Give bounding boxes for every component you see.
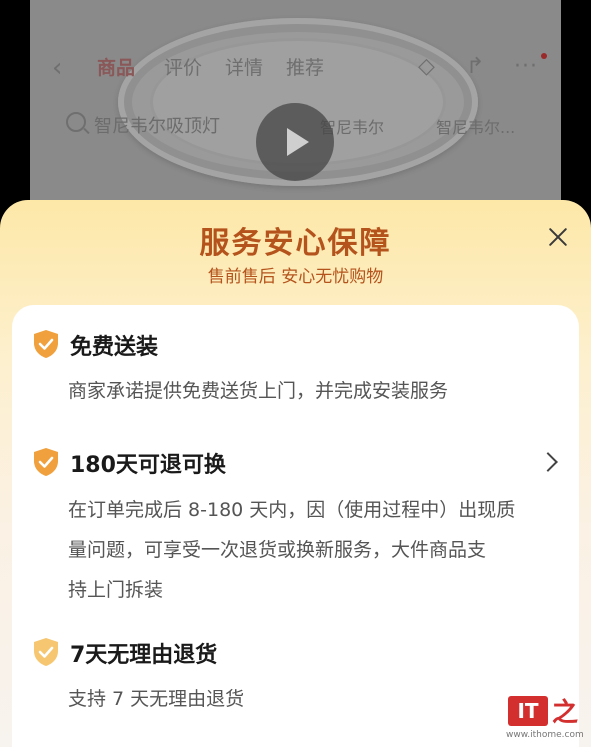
service-title: 7天无理由退货	[70, 643, 218, 668]
sheet-title: 服务安心保障	[199, 226, 392, 261]
service-description-line: 持上门拆装	[68, 579, 164, 601]
cart-icon[interactable]: ◇	[418, 54, 435, 80]
ithome-watermark-logo: IT 之 www.ithome.com	[502, 690, 588, 744]
share-icon[interactable]: ↱	[466, 54, 484, 80]
service-description: 支持 7 天无理由退货	[68, 688, 245, 710]
service-item-7-day-return: 7天无理由退货	[32, 635, 559, 669]
service-list-card: 免费送装 商家承诺提供免费送货上门，并完成安装服务 180天可退可换 在订单完成…	[12, 305, 579, 747]
tab-product[interactable]: 商品	[97, 56, 135, 80]
shield-check-icon	[32, 329, 60, 359]
back-icon[interactable]: ‹	[52, 53, 62, 83]
service-title: 180天可退可换	[70, 453, 226, 478]
play-icon[interactable]	[256, 103, 334, 181]
search-chip[interactable]: 智尼韦尔...	[436, 114, 515, 138]
service-description-line: 量问题，可享受一次退货或换新服务，大件商品支	[68, 539, 487, 561]
service-title: 免费送装	[70, 335, 159, 360]
search-query: 智尼韦尔吸顶灯	[94, 116, 220, 137]
notification-dot	[541, 53, 547, 59]
service-guarantee-sheet: 服务安心保障 售前售后 安心无忧购物 免费送装 商家承诺提供免费送货上门，并完成…	[0, 200, 591, 747]
tab-recommend[interactable]: 推荐	[286, 56, 324, 80]
service-item-180-day-return[interactable]: 180天可退可换	[32, 445, 559, 479]
shield-check-icon	[32, 637, 60, 667]
more-icon[interactable]: ···	[514, 54, 538, 80]
product-nav-bar: ‹ 商品 评价 详情 推荐 ◇ ↱ ···	[30, 50, 561, 86]
service-description: 在订单完成后 8-180 天内，因（使用过程中）出现质 量问题，可享受一次退货或…	[68, 490, 568, 610]
search-icon	[66, 112, 86, 132]
close-icon[interactable]	[541, 220, 575, 254]
background-product-page: ‹ 商品 评价 详情 推荐 ◇ ↱ ··· 智尼韦尔吸顶灯 智尼韦尔 智尼韦尔.…	[30, 0, 561, 230]
watermark-logo-char: 之	[552, 698, 579, 728]
watermark-url: www.ithome.com	[506, 730, 584, 740]
chevron-right-icon[interactable]	[538, 452, 558, 472]
service-item-free-delivery: 免费送装	[32, 327, 559, 361]
sheet-subtitle: 售前售后 安心无忧购物	[207, 267, 384, 287]
watermark-logo-box: IT	[508, 696, 548, 726]
service-description: 商家承诺提供免费送货上门，并完成安装服务	[68, 380, 449, 402]
shield-check-icon	[32, 447, 60, 477]
service-description-line: 在订单完成后 8-180 天内，因（使用过程中）出现质	[68, 499, 516, 521]
tab-reviews[interactable]: 评价	[164, 56, 202, 80]
tab-details[interactable]: 详情	[225, 56, 263, 80]
